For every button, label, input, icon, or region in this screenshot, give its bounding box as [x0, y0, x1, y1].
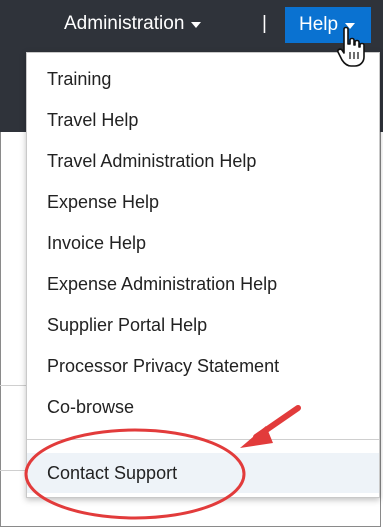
- menu-item-supplier-portal-help[interactable]: Supplier Portal Help: [47, 310, 207, 340]
- menu-item-invoice-help[interactable]: Invoice Help: [47, 228, 146, 258]
- hand-pointer-icon: [337, 26, 365, 67]
- administration-label: Administration: [64, 13, 185, 34]
- page-divider: [0, 470, 26, 471]
- nav-separator: |: [262, 13, 267, 34]
- menu-item-processor-privacy-statement[interactable]: Processor Privacy Statement: [47, 351, 279, 381]
- menu-divider: [27, 439, 379, 440]
- caret-down-icon: [191, 22, 202, 28]
- administration-menu[interactable]: Administration: [64, 12, 202, 36]
- menu-item-travel-help[interactable]: Travel Help: [47, 105, 138, 135]
- menu-item-expense-administration-help[interactable]: Expense Administration Help: [47, 269, 277, 299]
- menu-item-training[interactable]: Training: [47, 64, 111, 94]
- contact-support-row[interactable]: Contact Support: [27, 453, 379, 493]
- menu-item-travel-administration-help[interactable]: Travel Administration Help: [47, 146, 256, 176]
- menu-item-expense-help[interactable]: Expense Help: [47, 187, 159, 217]
- menu-item-co-browse[interactable]: Co-browse: [47, 392, 134, 422]
- page-divider: [0, 385, 26, 386]
- help-dropdown-menu: Training Travel Help Travel Administrati…: [26, 52, 380, 498]
- menu-item-contact-support[interactable]: Contact Support: [47, 458, 177, 488]
- help-label: Help: [299, 14, 339, 35]
